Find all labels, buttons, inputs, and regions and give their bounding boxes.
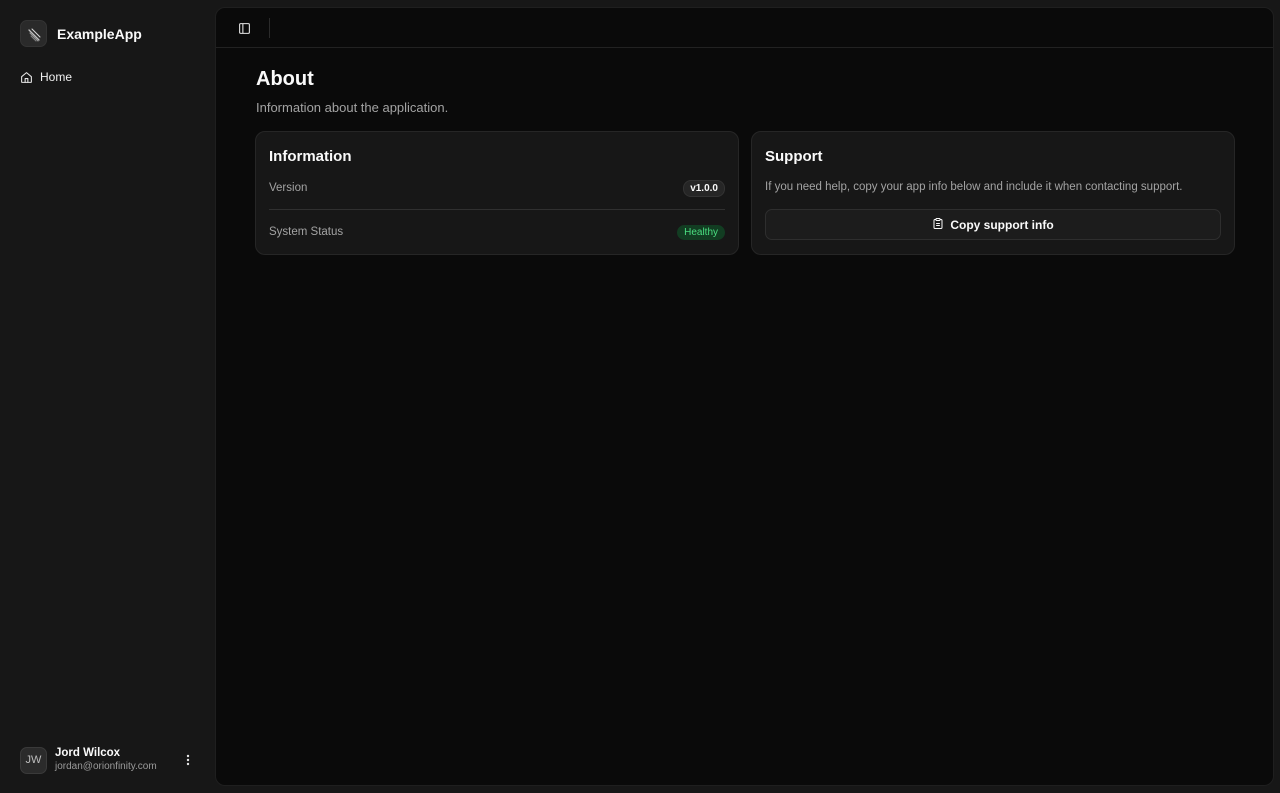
user-info: Jord Wilcox jordan@orionfinity.com xyxy=(55,746,157,774)
sidebar-toggle-icon[interactable] xyxy=(235,19,253,37)
user-profile[interactable]: JW Jord Wilcox jordan@orionfinity.com xyxy=(20,746,200,774)
support-card: Support If you need help, copy your app … xyxy=(751,131,1235,255)
version-label: Version xyxy=(269,182,308,194)
more-vertical-icon[interactable] xyxy=(180,752,196,768)
page-subtitle: Information about the application. xyxy=(256,100,449,115)
sidebar-item-label: Home xyxy=(40,70,73,84)
sidebar-item-home[interactable]: Home xyxy=(20,68,72,86)
sidebar: ExampleApp Home JW Jord Wilcox jordan@or… xyxy=(0,0,215,793)
status-badge: Healthy xyxy=(677,224,725,240)
topbar-divider xyxy=(269,18,270,38)
copy-support-info-button[interactable]: Copy support info xyxy=(765,209,1221,240)
home-icon xyxy=(20,71,33,84)
brand-logo-icon xyxy=(20,20,47,47)
information-card: Information Version v1.0.0 System Status… xyxy=(255,131,739,255)
system-status-row: System Status Healthy xyxy=(269,223,725,241)
user-name: Jord Wilcox xyxy=(55,747,121,759)
support-card-title: Support xyxy=(765,148,823,165)
version-badge: v1.0.0 xyxy=(683,179,725,197)
user-email: jordan@orionfinity.com xyxy=(55,761,157,772)
system-status-label: System Status xyxy=(269,226,344,238)
avatar: JW xyxy=(20,746,47,774)
divider xyxy=(269,209,725,210)
version-row: Version v1.0.0 xyxy=(269,179,725,197)
brand[interactable]: ExampleApp xyxy=(20,20,142,47)
app-root: ExampleApp Home JW Jord Wilcox jordan@or… xyxy=(0,0,1280,793)
main-panel: About Information about the application.… xyxy=(215,7,1274,786)
brand-name: ExampleApp xyxy=(57,25,142,42)
information-card-title: Information xyxy=(269,148,352,165)
topbar xyxy=(216,8,1273,48)
page-title: About xyxy=(256,68,314,90)
copy-support-info-label: Copy support info xyxy=(950,217,1054,232)
clipboard-icon xyxy=(932,217,944,233)
support-description: If you need help, copy your app info bel… xyxy=(765,181,1183,193)
